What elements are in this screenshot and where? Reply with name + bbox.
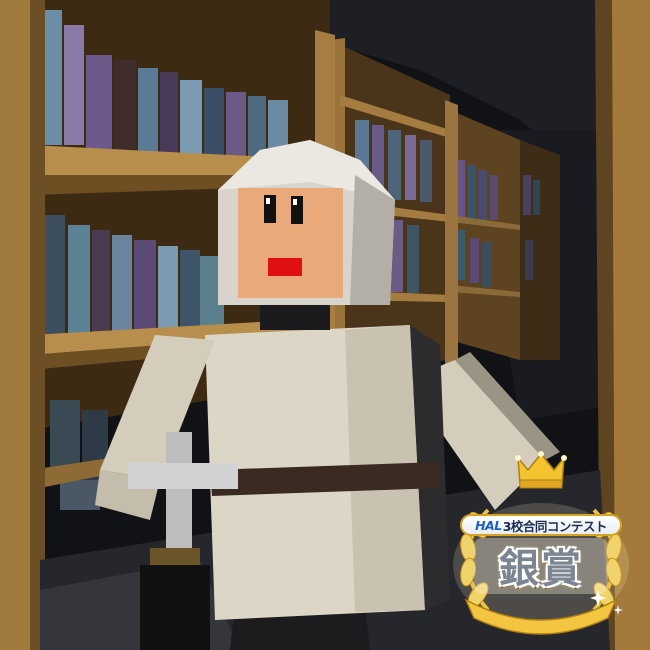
contest-banner: HAL 3校合同コンテスト — [460, 514, 622, 536]
award-badge: HAL 3校合同コンテスト 銀賞 — [448, 450, 634, 635]
game-scene: HAL 3校合同コンテスト 銀賞 — [0, 0, 650, 650]
crown-icon — [515, 451, 567, 489]
contest-text: 3校合同コンテスト — [502, 518, 608, 534]
character-face — [238, 188, 343, 298]
contest-prefix: HAL — [475, 517, 502, 533]
mouth — [268, 258, 302, 276]
prize-title: 銀賞 — [499, 545, 583, 592]
